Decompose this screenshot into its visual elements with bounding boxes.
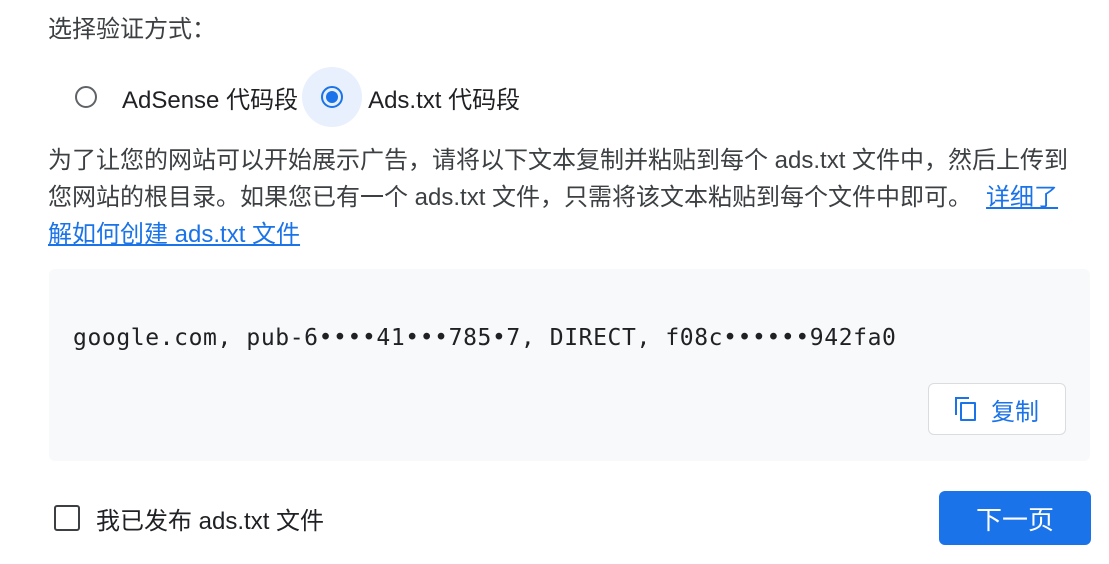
radio-option-ads-txt-snippet[interactable]: Ads.txt 代码段: [302, 67, 520, 127]
ads-txt-code-box: google.com, pub-6••••41•••785•7, DIRECT,…: [49, 269, 1090, 461]
ads-txt-verification-panel: 选择验证方式： AdSense 代码段 Ads.txt 代码段 为了让您的网站可…: [0, 0, 1109, 564]
radio-button-ads-txt[interactable]: [321, 86, 344, 108]
copy-button-label: 复制: [991, 398, 1039, 426]
next-page-button[interactable]: 下一页: [939, 491, 1091, 545]
instructions-text: 为了让您的网站可以开始展示广告，请将以下文本复制并粘贴到每个 ads.txt 文…: [48, 142, 1078, 253]
ads-txt-code-line: google.com, pub-6••••41•••785•7, DIRECT,…: [73, 325, 897, 351]
copy-button[interactable]: 复制: [928, 383, 1066, 435]
published-checkbox-row[interactable]: 我已发布 ads.txt 文件: [54, 498, 324, 538]
checkbox-unchecked-icon[interactable]: [54, 505, 80, 531]
radio-label-ads-txt[interactable]: Ads.txt 代码段: [368, 80, 520, 115]
radio-dot: [326, 91, 339, 103]
instructions-body: 为了让您的网站可以开始展示广告，请将以下文本复制并粘贴到每个 ads.txt 文…: [48, 147, 1069, 211]
copy-icon: [955, 397, 977, 421]
radio-option-adsense-snippet[interactable]: AdSense 代码段: [56, 67, 302, 127]
radio-selected-icon[interactable]: [302, 67, 363, 127]
verification-method-radio-group: AdSense 代码段 Ads.txt 代码段: [56, 66, 520, 128]
radio-label-adsense[interactable]: AdSense 代码段: [122, 80, 298, 115]
verification-method-title: 选择验证方式：: [48, 16, 216, 43]
radio-unselected-icon[interactable]: [56, 67, 116, 127]
published-checkbox-label[interactable]: 我已发布 ads.txt 文件: [96, 501, 324, 536]
radio-button-adsense[interactable]: [75, 86, 97, 108]
